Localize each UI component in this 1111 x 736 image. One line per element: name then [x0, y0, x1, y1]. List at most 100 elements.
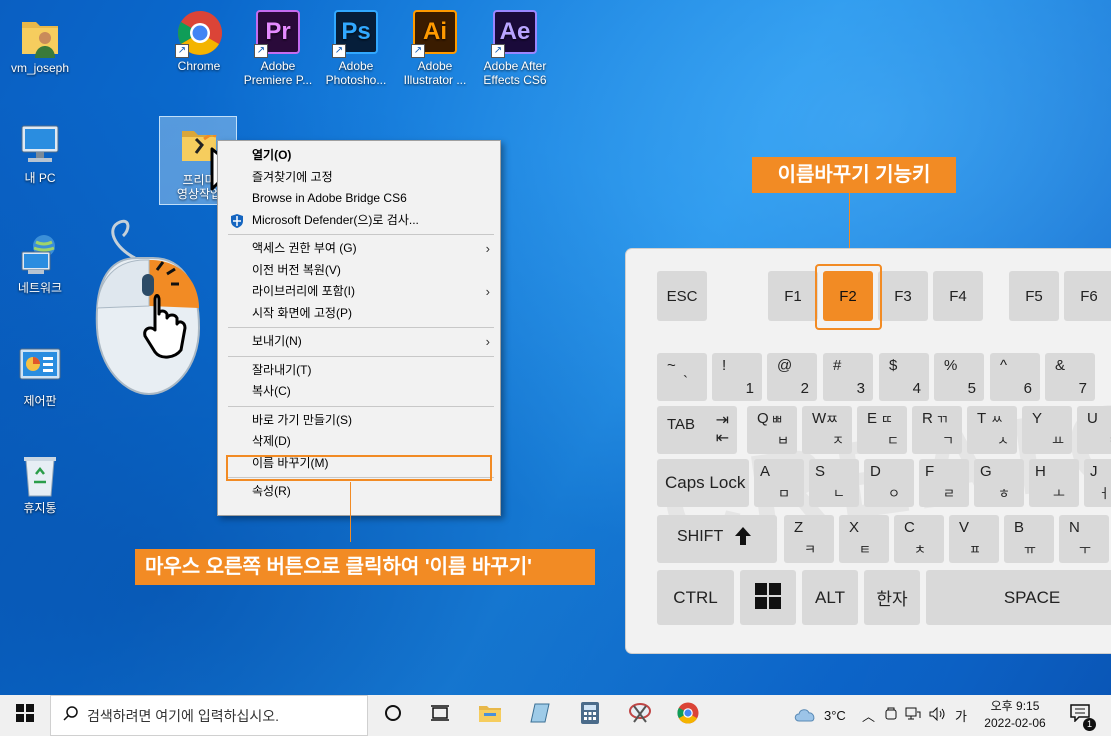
- shortcut-arrow-icon: ↗: [332, 44, 346, 58]
- key-en: S: [815, 463, 826, 480]
- notification-button[interactable]: 1: [1060, 695, 1100, 736]
- taskbar-search[interactable]: 검색하려면 여기에 입력하십시오.: [50, 695, 368, 736]
- taskbar-app-notes[interactable]: [517, 695, 563, 736]
- taskbar-calculator[interactable]: [567, 695, 613, 736]
- network-icon[interactable]: [905, 707, 921, 724]
- menu-item-create-shortcut[interactable]: 바로 가기 만들기(S): [218, 410, 500, 432]
- taskbar-chrome[interactable]: [665, 695, 711, 736]
- menu-item-properties[interactable]: 속성(R): [218, 481, 500, 503]
- key-f4: F4: [933, 271, 983, 321]
- key-bottom: 4: [912, 380, 921, 397]
- key-1: ! 1: [712, 353, 762, 401]
- key-top: ~: [667, 357, 676, 374]
- menu-item-include-library[interactable]: 라이브러리에 포함(I) ›: [218, 281, 500, 303]
- key-ko-shift: ㅆ: [991, 412, 1003, 427]
- menu-item-delete[interactable]: 삭제(D): [218, 431, 500, 453]
- windows-logo-icon: [755, 582, 781, 613]
- menu-item-send-to[interactable]: 보내기(N) ›: [218, 331, 500, 353]
- taskbar-clock[interactable]: 오후 9:15 2022-02-06: [975, 698, 1055, 732]
- desktop-icon-label: 휴지통: [23, 501, 57, 515]
- key-g: Gㅎ: [974, 459, 1024, 507]
- desktop-icon-after-effects[interactable]: Ae ↗ Adobe After Effects CS6: [475, 10, 555, 87]
- desktop-icon-label: Adobe: [260, 59, 296, 73]
- desktop-icon-label: Adobe After: [483, 59, 547, 73]
- key-ko-shift: ㄲ: [936, 412, 948, 427]
- desktop-icon-photoshop[interactable]: Ps ↗ Adobe Photosho...: [316, 10, 396, 87]
- menu-item-restore-versions[interactable]: 이전 버전 복원(V): [218, 260, 500, 282]
- key-ko: ㄱ: [942, 433, 954, 448]
- desktop-icon-illustrator[interactable]: Ai ↗ Adobe Illustrator ...: [395, 10, 475, 87]
- key-top: #: [833, 357, 842, 374]
- weather-widget[interactable]: 3°C: [793, 695, 846, 736]
- weather-temp: 3°C: [824, 708, 846, 723]
- desktop-icon-label: 내 PC: [24, 171, 56, 185]
- cloud-icon: [793, 706, 817, 725]
- key-f1: F1: [768, 271, 818, 321]
- search-icon: [63, 705, 79, 726]
- menu-item-adobe-bridge[interactable]: Browse in Adobe Bridge CS6: [218, 188, 500, 210]
- key-en: R: [922, 410, 933, 427]
- key-tilde: ~ `: [657, 353, 707, 401]
- key-ko: ㅜ: [1079, 542, 1091, 557]
- key-ko: ㅁ: [778, 486, 790, 501]
- volume-icon[interactable]: [929, 706, 947, 724]
- key-f5: F5: [1009, 271, 1059, 321]
- user-folder-icon: [18, 12, 62, 58]
- key-r: Rㄲㄱ: [912, 406, 962, 454]
- key-x: Xㅌ: [839, 515, 889, 563]
- menu-separator: [228, 234, 494, 235]
- key-2: @2: [767, 353, 817, 401]
- key-v: Vㅍ: [949, 515, 999, 563]
- desktop-icon-this-pc[interactable]: 내 PC: [0, 122, 80, 185]
- mouse-illustration: [95, 218, 205, 403]
- menu-item-open[interactable]: 열기(O): [218, 145, 500, 167]
- ime-indicator[interactable]: 가: [955, 706, 967, 725]
- calculator-icon: [580, 701, 600, 730]
- menu-item-pin-start[interactable]: 시작 화면에 고정(P): [218, 303, 500, 325]
- menu-item-pin-quick-access[interactable]: 즐겨찾기에 고정: [218, 167, 500, 189]
- menu-item-cut[interactable]: 잘라내기(T): [218, 360, 500, 382]
- desktop-icon-control-panel[interactable]: 제어판: [0, 345, 80, 408]
- key-windows: [740, 570, 796, 625]
- desktop-icon-network[interactable]: 네트워크: [0, 232, 80, 295]
- premiere-icon: Pr ↗: [254, 10, 300, 58]
- desktop-icon-premiere[interactable]: Pr ↗ Adobe Premiere P...: [238, 10, 318, 87]
- menu-item-give-access[interactable]: 액세스 권한 부여 (G) ›: [218, 238, 500, 260]
- chevron-up-icon[interactable]: ︿: [862, 706, 875, 725]
- tab-back-arrow-icon: ⇤: [715, 430, 729, 447]
- key-bottom: `: [683, 373, 688, 390]
- key-en: Q: [757, 410, 769, 427]
- key-en: T: [977, 410, 987, 427]
- desktop-icon-label: Effects CS6: [483, 73, 547, 87]
- key-ko: ㅂ: [777, 433, 789, 448]
- key-ko: ㄷ: [887, 433, 899, 448]
- task-view-button[interactable]: [370, 695, 416, 736]
- shortcut-arrow-icon: ↗: [175, 44, 189, 58]
- key-label: SHIFT: [677, 528, 724, 545]
- key-en: X: [849, 519, 860, 536]
- menu-item-copy[interactable]: 복사(C): [218, 381, 500, 403]
- desktop-icon-label: Premiere P...: [243, 73, 313, 87]
- chevron-right-icon: ›: [485, 334, 490, 349]
- function-key-callout: 이름바꾸기 기능키: [752, 157, 956, 193]
- after-effects-icon: Ae ↗: [491, 10, 537, 58]
- desktop-icon-user-folder[interactable]: vm_joseph: [0, 12, 80, 75]
- sync-icon[interactable]: [885, 707, 897, 724]
- key-q: Qㅃㅂ: [747, 406, 797, 454]
- f2-highlight-box: [815, 264, 882, 330]
- clock-date: 2022-02-06: [984, 716, 1046, 730]
- key-6: ^ 6: [990, 353, 1040, 401]
- desktop-icon-recycle-bin[interactable]: 휴지통: [0, 452, 80, 515]
- menu-separator: [228, 405, 494, 407]
- taskbar-snipping[interactable]: [617, 695, 663, 736]
- menu-item-defender-scan[interactable]: Microsoft Defender(으)로 검사...: [218, 210, 500, 232]
- taskbar-explorer[interactable]: [467, 695, 513, 736]
- notes-app-icon: [529, 702, 551, 729]
- task-view-icon-button[interactable]: [417, 695, 463, 736]
- desktop-icon-chrome[interactable]: ↗ Chrome: [159, 10, 239, 73]
- rename-highlight-box: [226, 455, 492, 481]
- key-en: Z: [794, 519, 804, 536]
- start-button[interactable]: [0, 695, 50, 736]
- key-en: F: [925, 463, 935, 480]
- key-e: Eㄸㄷ: [857, 406, 907, 454]
